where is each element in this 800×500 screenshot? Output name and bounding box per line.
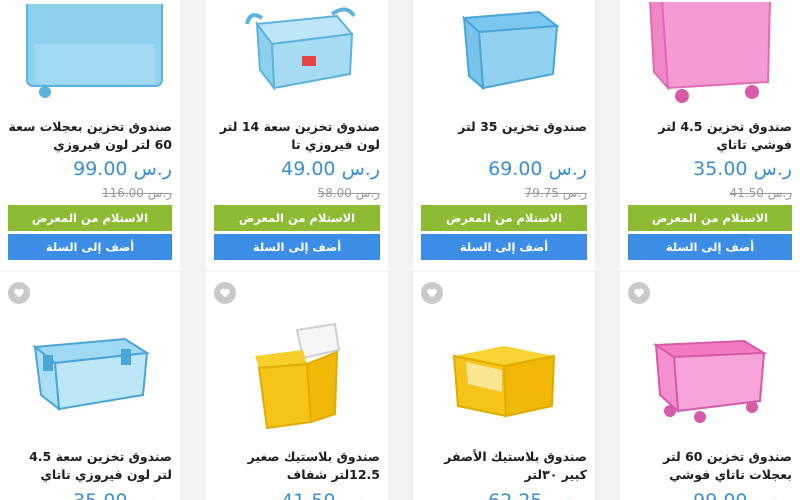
turquoise-storage-box-wheels-icon [26,4,163,98]
product-price: ر.س 35.00 [693,158,792,180]
add-to-cart-button[interactable]: أضف إلى السلة [214,234,380,260]
product-card[interactable]: صندوق تخزين سعة 14 لتر لون فيروزي تا ر.س… [206,0,388,270]
pickup-button[interactable]: الاستلام من المعرض [214,205,380,231]
product-card[interactable]: صندوق تخزين 60 لتر بعجلات تاتاي فوشي ر.س… [620,272,800,500]
product-card[interactable]: صندوق تخزين 35 لتر ر.س 69.00 ر.س 79.75 ا… [413,0,595,270]
product-image[interactable] [206,0,388,108]
turquoise-small-storage-box-icon [32,337,150,412]
pickup-button[interactable]: الاستلام من المعرض [8,205,172,231]
blue-storage-box-icon [461,10,560,91]
product-title[interactable]: صندوق تخزين بعجلات سعة 60 لتر لون فيروزي [8,118,172,154]
product-title[interactable]: صندوق تخزين سعة 14 لتر لون فيروزي تا [214,118,380,154]
heart-icon [14,288,24,298]
product-image[interactable] [620,0,800,108]
product-price: ر.س 49.00 [281,158,380,180]
add-to-cart-button[interactable]: أضف إلى السلة [8,234,172,260]
product-image[interactable] [206,312,388,442]
product-title[interactable]: صندوق تخزين 60 لتر بعجلات تاتاي فوشي [628,448,792,484]
product-card[interactable]: صندوق تخزين 4.5 لتر فوشي تاتاي ر.س 35.00… [620,0,800,270]
product-price: ر.س 62.25 [488,490,587,500]
turquoise-storage-box-lid-icon [245,7,356,92]
product-price: ر.س 69.00 [488,158,587,180]
product-image[interactable] [413,0,595,108]
pickup-button[interactable]: الاستلام من المعرض [628,205,792,231]
product-grid: صندوق تخزين بعجلات سعة 60 لتر لون فيروزي… [0,0,800,500]
product-image[interactable] [413,312,595,442]
product-card[interactable]: صندوق بلاستيك الأصفر كبير ٣٠لتر ر.س 62.2… [413,272,595,500]
pink-storage-box-icon [649,2,771,103]
product-image[interactable] [0,0,180,108]
add-to-cart-button[interactable]: أضف إلى السلة [628,234,792,260]
product-old-price: ر.س 116.00 [101,186,172,200]
product-card[interactable]: صندوق تخزين سعة 4.5 لتر لون فيروزي تاتاي… [0,272,180,500]
product-image[interactable] [0,302,180,432]
pink-storage-box-wheels-icon [652,339,768,423]
product-price: ر.س 35.00 [73,490,172,500]
product-card[interactable]: صندوق تخزين بعجلات سعة 60 لتر لون فيروزي… [0,0,180,270]
wishlist-button[interactable] [214,282,236,304]
heart-icon [427,288,437,298]
heart-icon [634,288,644,298]
product-image[interactable] [620,312,800,442]
yellow-large-bin-icon [452,346,556,418]
product-price: ر.س 41.50 [281,490,380,500]
product-old-price: ر.س 79.75 [524,186,587,200]
pickup-button[interactable]: الاستلام من المعرض [421,205,587,231]
product-price: ر.س 99.00 [73,158,172,180]
wishlist-button[interactable] [8,282,30,304]
product-title[interactable]: صندوق تخزين سعة 4.5 لتر لون فيروزي تاتاي [8,448,172,484]
product-title[interactable]: صندوق بلاستيك الأصفر كبير ٣٠لتر [421,448,587,484]
product-old-price: ر.س 41.50 [729,186,792,200]
yellow-stacking-bin-icon [255,322,341,430]
product-title[interactable]: صندوق بلاستيك صغير 12.5لتر شفاف [214,448,380,484]
product-card[interactable]: صندوق بلاستيك صغير 12.5لتر شفاف ر.س 41.5… [206,272,388,500]
product-title[interactable]: صندوق تخزين 4.5 لتر فوشي تاتاي [628,118,792,154]
product-title[interactable]: صندوق تخزين 35 لتر [421,118,587,136]
add-to-cart-button[interactable]: أضف إلى السلة [421,234,587,260]
wishlist-button[interactable] [421,282,443,304]
product-price: ر.س 99.00 [693,490,792,500]
wishlist-button[interactable] [628,282,650,304]
product-old-price: ر.س 58.00 [317,186,380,200]
heart-icon [220,288,230,298]
